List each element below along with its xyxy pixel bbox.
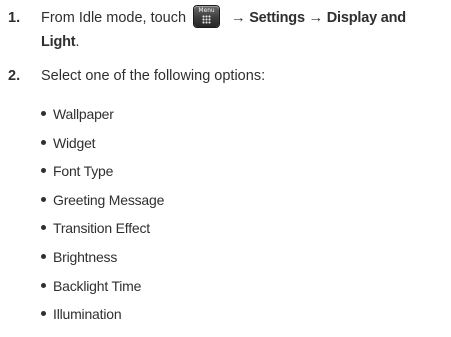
bullet-icon	[41, 225, 46, 231]
step-2-number: 2.	[8, 68, 21, 84]
step-1: 1. From Idle mode, touch Menu → Settings →…	[8, 6, 447, 54]
list-item: Brightness	[41, 247, 164, 276]
bullet-icon	[41, 196, 46, 202]
step-2: 2. Select one of the following options:	[8, 64, 447, 88]
bullet-icon	[41, 282, 46, 288]
bullet-icon	[41, 111, 46, 116]
step-1-suffix: .	[75, 34, 80, 50]
step-1-prefix: From Idle mode, touch	[41, 10, 187, 26]
options-list: Wallpaper Widget Font Type Greeting Mess…	[41, 104, 164, 333]
list-item: Transition Effect	[41, 218, 164, 247]
list-item: Illumination	[41, 304, 164, 333]
bullet-icon	[41, 253, 46, 259]
bullet-icon	[41, 139, 46, 145]
menu-grid-icon: Menu	[194, 6, 220, 27]
step-1-body: From Idle mode, touch Menu → Settings → Di…	[41, 6, 447, 54]
list-item: Greeting Message	[41, 190, 164, 219]
step-1-number: 1.	[8, 10, 21, 26]
step-1-path: → Settings → Display and	[231, 10, 406, 26]
bullet-icon	[41, 168, 46, 174]
step-1-path-line2: Light	[41, 34, 76, 50]
bullet-icon	[41, 311, 46, 317]
list-item: Wallpaper	[41, 104, 164, 133]
instruction-page: 1. From Idle mode, touch Menu → Settings →…	[0, 0, 451, 337]
step-2-text: Select one of the following options:	[41, 68, 266, 84]
list-item: Backlight Time	[41, 276, 164, 305]
menu-icon-caption: Menu	[198, 6, 215, 14]
list-item: Widget	[41, 133, 164, 162]
list-item: Font Type	[41, 161, 164, 190]
